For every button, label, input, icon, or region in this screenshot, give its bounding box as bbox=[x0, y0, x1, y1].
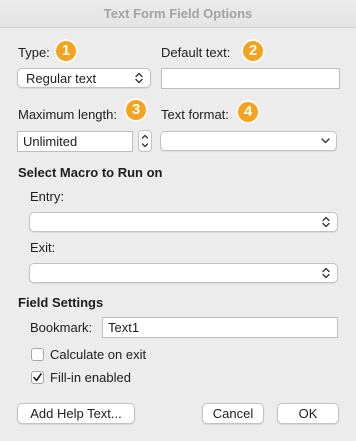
add-help-text-button[interactable]: Add Help Text... bbox=[17, 403, 135, 424]
default-text-label: Default text: bbox=[161, 45, 231, 60]
window-title: Text Form Field Options bbox=[0, 0, 356, 28]
callout-badge-2: 2 bbox=[241, 39, 265, 63]
fill-in-enabled-checkbox[interactable] bbox=[31, 371, 44, 384]
calculate-on-exit-checkbox[interactable] bbox=[31, 348, 44, 361]
type-value: Regular text bbox=[26, 71, 97, 86]
up-down-arrows-icon bbox=[322, 216, 330, 228]
ok-button[interactable]: OK bbox=[277, 403, 339, 424]
fill-in-enabled-label: Fill-in enabled bbox=[50, 370, 131, 385]
checkmark-icon bbox=[33, 373, 42, 382]
maximum-length-value: Unlimited bbox=[23, 134, 78, 149]
up-down-arrows-icon bbox=[135, 72, 143, 84]
cancel-button[interactable]: Cancel bbox=[202, 403, 264, 424]
text-format-label: Text format: bbox=[161, 107, 229, 122]
entry-label: Entry: bbox=[30, 189, 64, 204]
field-settings-heading: Field Settings bbox=[18, 295, 104, 310]
bookmark-label: Bookmark: bbox=[30, 320, 93, 335]
text-format-combo[interactable] bbox=[160, 131, 337, 151]
stepper-arrows-icon bbox=[141, 134, 149, 148]
type-label: Type: bbox=[18, 45, 50, 60]
callout-badge-1: 1 bbox=[54, 39, 78, 63]
up-down-arrows-icon bbox=[322, 267, 330, 279]
calculate-on-exit-label: Calculate on exit bbox=[50, 347, 147, 362]
exit-label: Exit: bbox=[30, 240, 56, 255]
maximum-length-field[interactable]: Unlimited bbox=[17, 131, 133, 152]
bookmark-value: Text1 bbox=[108, 320, 140, 335]
macro-section-heading: Select Macro to Run on bbox=[18, 165, 163, 180]
exit-macro-popup[interactable] bbox=[29, 263, 338, 283]
type-popup[interactable]: Regular text bbox=[17, 68, 151, 88]
entry-macro-popup[interactable] bbox=[29, 212, 338, 232]
maximum-length-stepper[interactable] bbox=[138, 130, 152, 152]
maximum-length-label: Maximum length: bbox=[18, 107, 117, 122]
chevron-down-icon bbox=[321, 138, 330, 144]
text-form-field-options-dialog: Text Form Field Options Type: 1 Regular … bbox=[0, 0, 356, 441]
bookmark-field[interactable]: Text1 bbox=[102, 317, 338, 338]
callout-badge-3: 3 bbox=[124, 98, 148, 122]
default-text-field[interactable] bbox=[161, 68, 340, 89]
callout-badge-4: 4 bbox=[236, 100, 260, 124]
